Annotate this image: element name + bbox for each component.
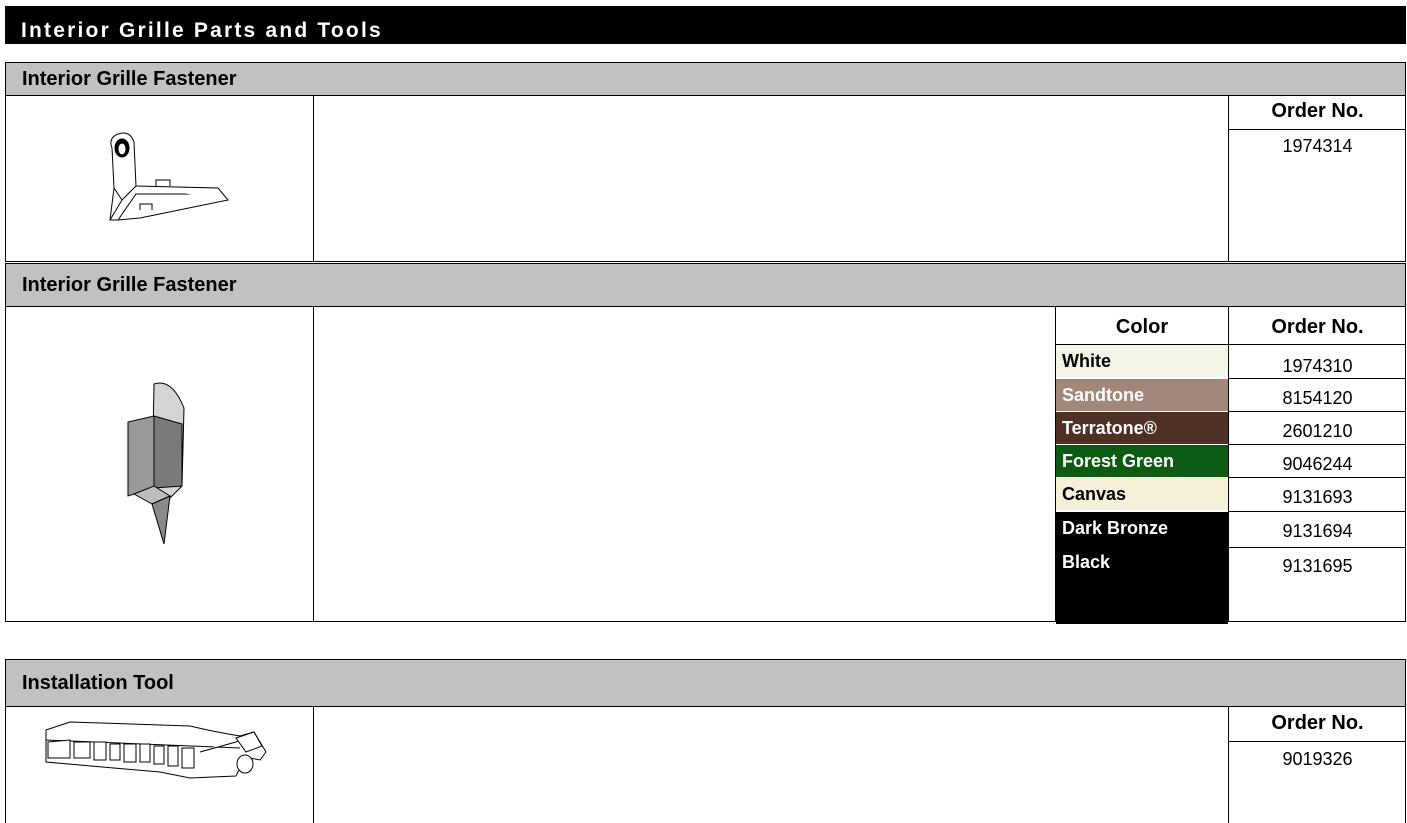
section-heading: Interior Grille Fastener xyxy=(5,62,1406,96)
color-swatch-sandtone: Sandtone xyxy=(1056,379,1228,411)
page-title: Interior Grille Parts and Tools xyxy=(5,6,1406,44)
order-no-value: 9131695 xyxy=(1282,556,1353,576)
header-divider xyxy=(1228,129,1406,130)
order-no-value: 9019326 xyxy=(1282,749,1353,769)
row-divider xyxy=(1228,547,1406,548)
color-swatch-canvas: Canvas xyxy=(1056,478,1228,510)
order-no-header: Order No. xyxy=(1271,712,1364,734)
order-no-value: 9046244 xyxy=(1282,454,1353,474)
header-divider xyxy=(1228,741,1406,742)
color-swatch-forest-green: Forest Green xyxy=(1056,445,1228,477)
color-swatch-white: White xyxy=(1056,345,1228,377)
grille-fastener-clip-illustration xyxy=(127,382,185,545)
section-heading: Interior Grille Fastener xyxy=(5,263,1406,307)
column-divider xyxy=(313,95,314,262)
color-swatch-dark-bronze: Dark Bronze xyxy=(1056,512,1228,548)
order-no-value: 9131693 xyxy=(1282,487,1353,507)
color-swatch-black: Black xyxy=(1056,548,1228,624)
row-divider xyxy=(1228,511,1406,512)
order-no-value: 8154120 xyxy=(1282,388,1353,408)
row-divider xyxy=(1228,378,1406,379)
row-divider xyxy=(1228,444,1406,445)
grille-fastener-clip-illustration xyxy=(109,132,230,221)
color-swatch-terratone: Terratone® xyxy=(1056,412,1228,444)
order-no-value: 1974314 xyxy=(1282,136,1353,156)
section-heading: Installation Tool xyxy=(5,659,1406,707)
installation-tool-illustration xyxy=(45,721,267,779)
order-no-value: 9131694 xyxy=(1282,521,1353,541)
row-divider xyxy=(1228,411,1406,412)
column-divider xyxy=(313,307,314,622)
order-no-value: 2601210 xyxy=(1282,421,1353,441)
color-header: Color xyxy=(1115,316,1169,338)
row-divider xyxy=(1228,477,1406,478)
order-no-header: Order No. xyxy=(1271,316,1364,338)
column-divider xyxy=(313,706,314,823)
order-no-value: 1974310 xyxy=(1282,356,1353,376)
order-no-header: Order No. xyxy=(1271,100,1364,122)
